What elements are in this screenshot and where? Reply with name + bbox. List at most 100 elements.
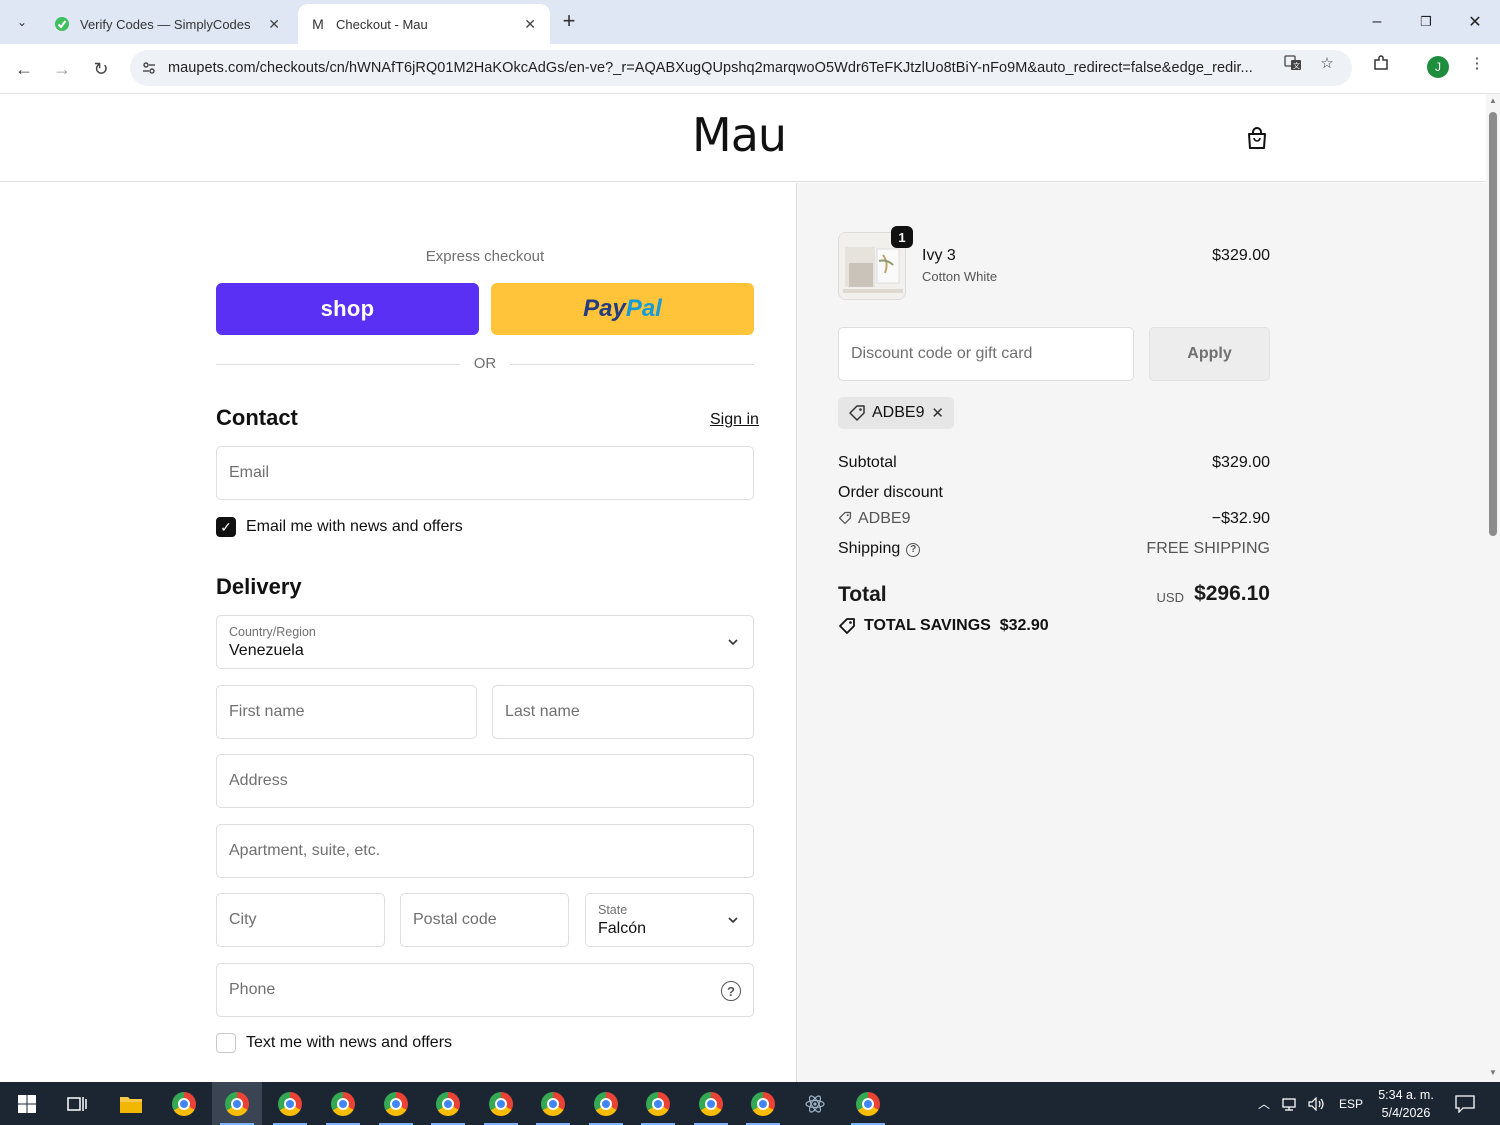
- tab-checkout-mau[interactable]: M Checkout - Mau ✕: [298, 4, 550, 44]
- chrome-taskbar-icon[interactable]: [528, 1082, 578, 1125]
- chrome-taskbar-icon[interactable]: [159, 1082, 209, 1125]
- tab-search-chevron-icon[interactable]: ⌄: [8, 8, 36, 36]
- sign-in-link[interactable]: Sign in: [710, 411, 759, 429]
- close-window-icon[interactable]: ✕: [1460, 8, 1490, 36]
- text-news-checkbox[interactable]: [216, 1033, 236, 1053]
- total-savings: TOTAL SAVINGS $32.90: [838, 617, 1049, 635]
- reload-icon[interactable]: ↻: [86, 54, 116, 84]
- notifications-icon[interactable]: [1455, 1082, 1475, 1125]
- mau-logo[interactable]: Mau: [692, 108, 787, 162]
- postal-code-field[interactable]: Postal code: [400, 893, 569, 947]
- remove-discount-icon[interactable]: ✕: [931, 404, 944, 422]
- bookmark-star-icon[interactable]: ☆: [1317, 53, 1337, 73]
- shipping-row: Shipping? FREE SHIPPING: [838, 540, 1270, 562]
- chrome-taskbar-icon[interactable]: [581, 1082, 631, 1125]
- translate-icon[interactable]: 文: [1283, 53, 1303, 73]
- phone-field[interactable]: Phone ?: [216, 963, 754, 1017]
- city-field[interactable]: City: [216, 893, 385, 947]
- last-name-field[interactable]: Last name: [492, 685, 754, 739]
- site-info-icon[interactable]: [130, 60, 168, 76]
- extensions-icon[interactable]: [1371, 53, 1391, 73]
- total-row: Total USD $296.10: [838, 581, 1270, 611]
- email-news-option[interactable]: ✓ Email me with news and offers: [216, 517, 463, 537]
- close-tab-icon[interactable]: ✕: [524, 16, 536, 33]
- apply-discount-button[interactable]: Apply: [1149, 327, 1270, 381]
- discount-placeholder: Discount code or gift card: [851, 345, 1033, 362]
- task-view-icon[interactable]: [52, 1082, 102, 1125]
- savings-tag-icon: [839, 618, 855, 634]
- input-language[interactable]: ESP: [1339, 1082, 1363, 1125]
- help-icon[interactable]: ?: [721, 981, 741, 1001]
- savings-label: TOTAL SAVINGS: [864, 617, 991, 634]
- new-tab-button[interactable]: +: [556, 8, 582, 34]
- system-clock[interactable]: 5:34 a. m. 5/4/2026: [1376, 1086, 1436, 1122]
- paypal-button[interactable]: Pay Pal: [491, 283, 754, 335]
- apartment-field[interactable]: Apartment, suite, etc.: [216, 824, 754, 878]
- url-text[interactable]: maupets.com/checkouts/cn/hWNAfT6jRQ01M2H…: [168, 60, 1268, 76]
- minimize-icon[interactable]: –: [1362, 8, 1392, 36]
- country-value: Venezuela: [229, 642, 304, 659]
- quantity-badge: 1: [891, 226, 913, 248]
- svg-text:文: 文: [1293, 61, 1300, 70]
- discount-code-input[interactable]: Discount code or gift card: [838, 327, 1134, 381]
- volume-icon[interactable]: [1308, 1082, 1326, 1125]
- applied-code-text: ADBE9: [872, 404, 925, 421]
- profile-avatar[interactable]: J: [1427, 56, 1449, 78]
- text-news-label: Text me with news and offers: [246, 1034, 453, 1051]
- scrollbar-thumb[interactable]: [1489, 112, 1497, 536]
- discount-code-text: ADBE9: [858, 510, 911, 527]
- contact-heading: Contact: [216, 405, 298, 430]
- clock-time: 5:34 a. m.: [1378, 1088, 1434, 1102]
- chrome-taskbar-icon[interactable]: [423, 1082, 473, 1125]
- show-hidden-icons-icon[interactable]: ︿: [1258, 1082, 1270, 1125]
- chrome-taskbar-icon[interactable]: [738, 1082, 788, 1125]
- email-placeholder: Email: [229, 464, 270, 481]
- paypal-label-pay: Pay: [583, 295, 626, 322]
- order-discount-label: Order discount: [838, 484, 943, 501]
- chrome-taskbar-icon[interactable]: [318, 1082, 368, 1125]
- chrome-taskbar-icon[interactable]: [212, 1082, 262, 1125]
- network-icon[interactable]: [1282, 1082, 1300, 1125]
- scroll-down-icon[interactable]: ▼: [1489, 1068, 1497, 1077]
- scroll-up-icon[interactable]: ▲: [1489, 96, 1497, 105]
- discount-code-row: ADBE9 −$32.90: [838, 510, 1270, 532]
- country-select[interactable]: Country/Region Venezuela: [216, 615, 754, 669]
- more-menu-icon[interactable]: ⋮: [1467, 53, 1487, 73]
- browser-tab-bar: ⌄ Verify Codes — SimplyCodes ✕ M Checkou…: [0, 0, 1500, 44]
- simplycodes-favicon-icon: [54, 16, 70, 32]
- delivery-heading: Delivery: [216, 574, 302, 599]
- electron-app-icon[interactable]: [790, 1082, 840, 1125]
- restore-icon[interactable]: ❐: [1411, 8, 1441, 36]
- address-bar[interactable]: maupets.com/checkouts/cn/hWNAfT6jRQ01M2H…: [130, 50, 1352, 86]
- shipping-label: Shipping: [838, 540, 901, 557]
- chrome-taskbar-icon[interactable]: [371, 1082, 421, 1125]
- shipping-info-icon[interactable]: ?: [906, 542, 921, 557]
- first-name-field[interactable]: First name: [216, 685, 477, 739]
- back-icon[interactable]: ←: [9, 54, 39, 84]
- email-news-checkbox[interactable]: ✓: [216, 517, 236, 537]
- browser-toolbar: ← → ↻ maupets.com/checkouts/cn/hWNAfT6jR…: [0, 44, 1500, 94]
- forward-icon[interactable]: →: [47, 54, 77, 84]
- email-field[interactable]: Email: [216, 446, 754, 500]
- windows-start-icon[interactable]: [2, 1082, 52, 1125]
- chrome-taskbar-icon[interactable]: [633, 1082, 683, 1125]
- file-explorer-icon[interactable]: [106, 1082, 156, 1125]
- total-label: Total: [838, 583, 887, 606]
- shop-pay-button[interactable]: shop: [216, 283, 479, 335]
- shopping-bag-icon[interactable]: [1246, 126, 1268, 150]
- chrome-taskbar-icon[interactable]: [843, 1082, 893, 1125]
- tab-simplycodes[interactable]: Verify Codes — SimplyCodes ✕: [42, 4, 294, 44]
- product-name: Ivy 3: [922, 247, 956, 264]
- address-field[interactable]: Address: [216, 754, 754, 808]
- chrome-taskbar-icon[interactable]: [476, 1082, 526, 1125]
- close-tab-icon[interactable]: ✕: [268, 16, 280, 33]
- apply-label: Apply: [1187, 345, 1232, 362]
- chevron-down-icon: [728, 639, 738, 646]
- discount-tag-icon: [849, 405, 865, 421]
- discount-tag-icon: [838, 511, 852, 525]
- chrome-taskbar-icon[interactable]: [686, 1082, 736, 1125]
- page-scrollbar[interactable]: ▲ ▼: [1486, 94, 1500, 1082]
- text-news-option[interactable]: Text me with news and offers: [216, 1033, 452, 1053]
- chrome-taskbar-icon[interactable]: [265, 1082, 315, 1125]
- state-select[interactable]: State Falcón: [585, 893, 754, 947]
